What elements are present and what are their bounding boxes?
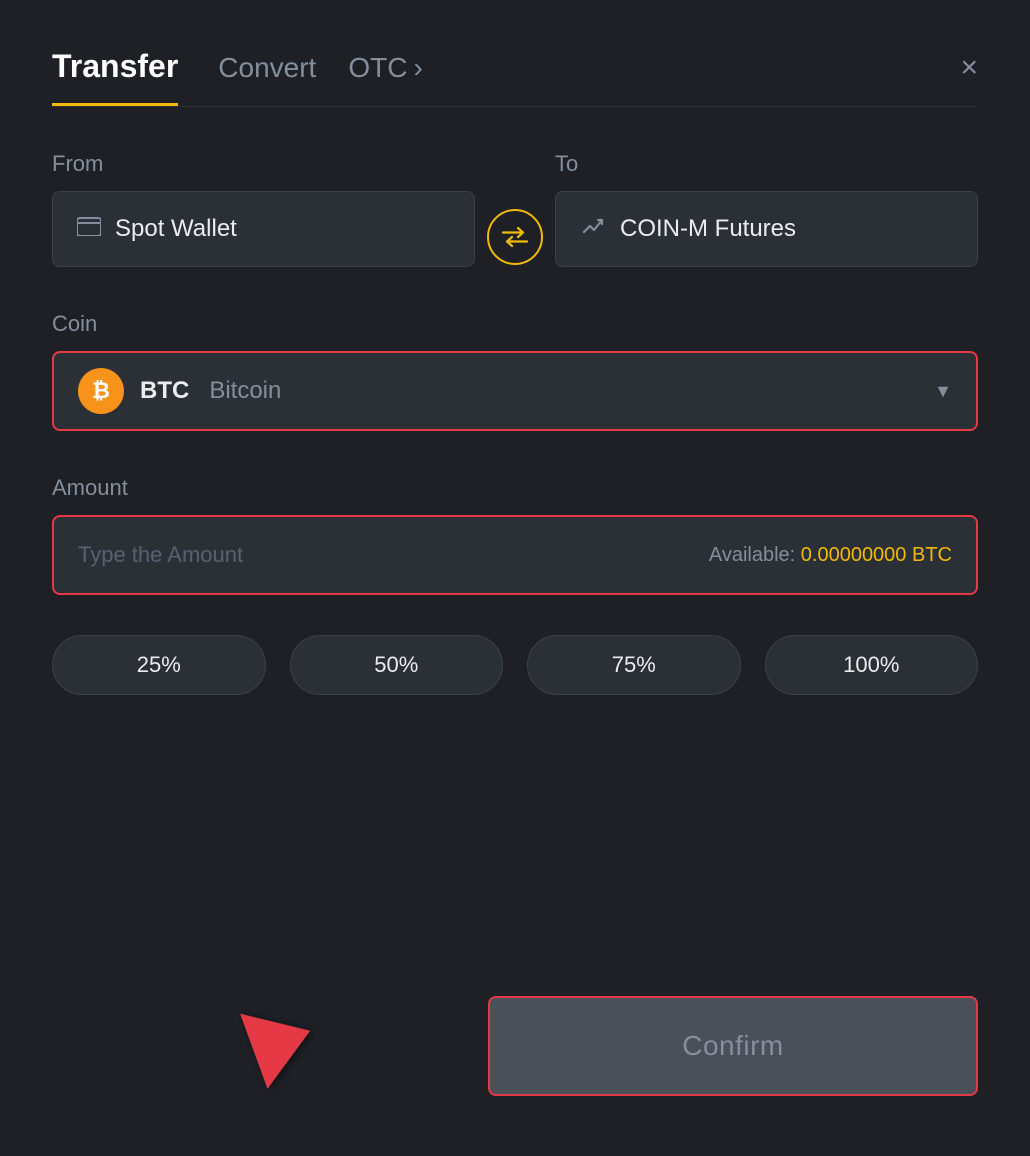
coin-symbol: BTC	[140, 377, 189, 405]
swap-button[interactable]	[487, 209, 543, 265]
amount-input[interactable]	[78, 542, 709, 568]
percent-100-button[interactable]: 100%	[765, 635, 979, 695]
amount-label: Amount	[52, 475, 128, 500]
futures-icon	[580, 214, 606, 244]
available-text: Available: 0.00000000 BTC	[709, 544, 952, 567]
btc-icon: ₿	[78, 368, 124, 414]
coin-section: Coin ₿ BTC Bitcoin ▼	[52, 311, 978, 431]
swap-wrapper	[475, 209, 555, 267]
from-block: From Spot Wallet	[52, 151, 475, 267]
from-to-section: From Spot Wallet To	[52, 151, 978, 267]
from-label: From	[52, 151, 475, 177]
tab-otc[interactable]: OTC ›	[348, 52, 422, 102]
wallet-icon	[77, 216, 101, 242]
coin-full-name: Bitcoin	[209, 377, 281, 405]
available-value: 0.00000000 BTC	[801, 544, 952, 566]
to-label: To	[555, 151, 978, 177]
header-divider	[52, 106, 978, 107]
to-block: To COIN-M Futures	[555, 151, 978, 267]
tab-convert[interactable]: Convert	[218, 52, 316, 102]
amount-input-wrapper: Available: 0.00000000 BTC	[52, 515, 978, 595]
transfer-modal: Transfer Convert OTC › × From Spot Walle…	[0, 0, 1030, 1156]
amount-section: Amount Available: 0.00000000 BTC	[52, 475, 978, 595]
tab-transfer[interactable]: Transfer	[52, 48, 178, 106]
percent-buttons: 25% 50% 75% 100%	[52, 635, 978, 695]
close-button[interactable]: ×	[960, 53, 978, 101]
coin-selector[interactable]: ₿ BTC Bitcoin ▼	[52, 351, 978, 431]
coin-label: Coin	[52, 311, 97, 336]
from-wallet-selector[interactable]: Spot Wallet	[52, 191, 475, 267]
from-wallet-label: Spot Wallet	[115, 215, 237, 243]
to-wallet-selector[interactable]: COIN-M Futures	[555, 191, 978, 267]
chevron-down-icon: ▼	[934, 381, 952, 402]
bottom-area: Confirm	[52, 976, 978, 1096]
percent-75-button[interactable]: 75%	[527, 635, 741, 695]
percent-25-button[interactable]: 25%	[52, 635, 266, 695]
red-arrow-icon	[240, 993, 324, 1089]
confirm-button[interactable]: Confirm	[488, 996, 978, 1096]
modal-header: Transfer Convert OTC › ×	[52, 48, 978, 106]
to-wallet-label: COIN-M Futures	[620, 215, 796, 243]
percent-50-button[interactable]: 50%	[290, 635, 504, 695]
arrow-indicator	[252, 1001, 312, 1086]
